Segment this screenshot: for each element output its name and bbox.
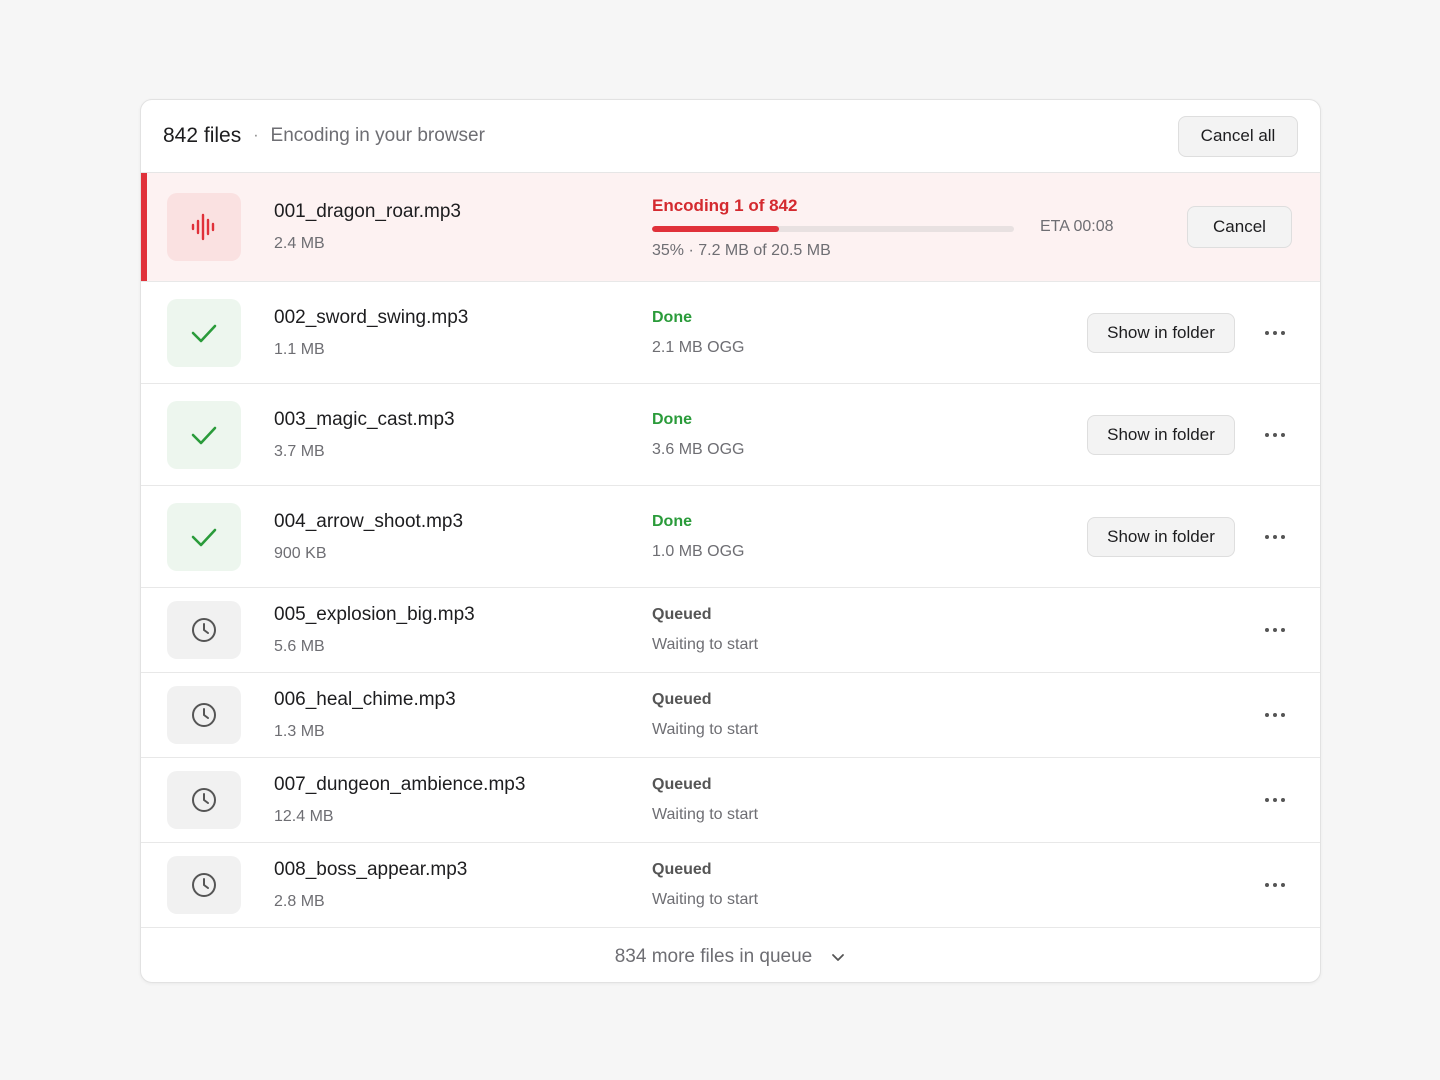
file-row-done: 003_magic_cast.mp3 3.7 MB Done 3.6 MB OG… bbox=[141, 384, 1320, 486]
more-files-label: 834 more files in queue bbox=[614, 945, 813, 967]
status-detail: Waiting to start bbox=[652, 806, 759, 823]
clock-icon bbox=[167, 771, 241, 829]
more-options-icon[interactable] bbox=[1259, 873, 1291, 897]
file-status: Done 3.6 MB OGG bbox=[652, 411, 744, 459]
more-options-icon[interactable] bbox=[1259, 321, 1291, 345]
file-status: Queued Waiting to start bbox=[652, 776, 758, 824]
file-row-active: 001_dragon_roar.mp3 2.4 MB Encoding 1 of… bbox=[141, 173, 1320, 282]
file-status: Done 2.1 MB OGG bbox=[652, 309, 744, 357]
more-options-icon[interactable] bbox=[1259, 525, 1291, 549]
header-separator: · bbox=[253, 127, 259, 144]
status-detail: Waiting to start bbox=[652, 891, 759, 908]
file-size: 12.4 MB bbox=[274, 808, 334, 825]
output-detail: 1.0 MB OGG bbox=[652, 542, 745, 560]
file-name: 001_dragon_roar.mp3 bbox=[274, 201, 461, 222]
progress-bar bbox=[652, 226, 1014, 232]
file-size: 2.8 MB bbox=[274, 893, 325, 910]
file-info: 008_boss_appear.mp3 2.8 MB bbox=[274, 859, 467, 911]
show-in-folder-button[interactable]: Show in folder bbox=[1087, 312, 1235, 353]
show-more-queue-toggle[interactable]: 834 more files in queue bbox=[141, 928, 1320, 982]
progress-fill bbox=[652, 226, 779, 232]
status-label: Queued bbox=[652, 606, 712, 623]
file-name: 007_dungeon_ambience.mp3 bbox=[274, 774, 526, 795]
status-label: Done bbox=[652, 308, 692, 326]
waveform-icon bbox=[167, 193, 241, 261]
file-name: 005_explosion_big.mp3 bbox=[274, 604, 475, 625]
file-status: Done 1.0 MB OGG bbox=[652, 513, 744, 561]
encoding-status: Encoding 1 of 842 bbox=[652, 196, 798, 215]
status-label: Queued bbox=[652, 776, 712, 793]
file-info: 002_sword_swing.mp3 1.1 MB bbox=[274, 307, 468, 359]
file-row-queued: 006_heal_chime.mp3 1.3 MB Queued Waiting… bbox=[141, 673, 1320, 758]
status-label: Queued bbox=[652, 691, 712, 708]
clock-icon bbox=[167, 601, 241, 659]
header-subtitle: Encoding in your browser bbox=[270, 125, 485, 146]
file-info: 001_dragon_roar.mp3 2.4 MB bbox=[274, 201, 461, 253]
more-options-icon[interactable] bbox=[1259, 788, 1291, 812]
file-row-done: 004_arrow_shoot.mp3 900 KB Done 1.0 MB O… bbox=[141, 486, 1320, 588]
status-label: Queued bbox=[652, 861, 712, 878]
file-row-queued: 005_explosion_big.mp3 5.6 MB Queued Wait… bbox=[141, 588, 1320, 673]
checkmark-icon bbox=[167, 298, 241, 367]
file-name: 002_sword_swing.mp3 bbox=[274, 306, 469, 328]
status-detail: Waiting to start bbox=[652, 636, 759, 653]
file-size: 1.1 MB bbox=[274, 340, 325, 358]
file-row-queued: 007_dungeon_ambience.mp3 12.4 MB Queued … bbox=[141, 758, 1320, 843]
file-name: 003_magic_cast.mp3 bbox=[274, 408, 455, 430]
file-info: 006_heal_chime.mp3 1.3 MB bbox=[274, 689, 456, 741]
show-in-folder-button[interactable]: Show in folder bbox=[1087, 516, 1235, 557]
clock-icon bbox=[167, 856, 241, 914]
file-size: 900 KB bbox=[274, 544, 327, 562]
checkmark-icon bbox=[167, 502, 241, 571]
more-options-icon[interactable] bbox=[1259, 618, 1291, 642]
eta-label: ETA 00:08 bbox=[1040, 218, 1114, 235]
cancel-button[interactable]: Cancel bbox=[1187, 206, 1292, 248]
clock-icon bbox=[167, 686, 241, 744]
file-size: 2.4 MB bbox=[274, 235, 325, 252]
active-accent-bar bbox=[141, 173, 147, 281]
more-options-icon[interactable] bbox=[1259, 703, 1291, 727]
chevron-down-icon bbox=[830, 949, 846, 965]
file-status: Queued Waiting to start bbox=[652, 606, 758, 654]
cancel-all-button[interactable]: Cancel all bbox=[1178, 115, 1298, 157]
checkmark-icon bbox=[167, 400, 241, 469]
show-in-folder-button[interactable]: Show in folder bbox=[1087, 414, 1235, 455]
file-name: 008_boss_appear.mp3 bbox=[274, 859, 468, 880]
file-status: Queued Waiting to start bbox=[652, 691, 758, 739]
status-detail: Waiting to start bbox=[652, 721, 759, 738]
file-size: 1.3 MB bbox=[274, 723, 325, 740]
file-count: 842 files bbox=[163, 124, 242, 147]
file-info: 004_arrow_shoot.mp3 900 KB bbox=[274, 511, 463, 563]
file-info: 005_explosion_big.mp3 5.6 MB bbox=[274, 604, 475, 656]
file-size: 5.6 MB bbox=[274, 638, 325, 655]
more-options-icon[interactable] bbox=[1259, 423, 1291, 447]
file-info: 003_magic_cast.mp3 3.7 MB bbox=[274, 409, 455, 461]
file-row-queued: 008_boss_appear.mp3 2.8 MB Queued Waitin… bbox=[141, 843, 1320, 928]
output-detail: 3.6 MB OGG bbox=[652, 440, 745, 458]
file-name: 006_heal_chime.mp3 bbox=[274, 689, 456, 710]
file-info: 007_dungeon_ambience.mp3 12.4 MB bbox=[274, 774, 525, 826]
file-row-done: 002_sword_swing.mp3 1.1 MB Done 2.1 MB O… bbox=[141, 282, 1320, 384]
status-label: Done bbox=[652, 512, 692, 530]
queue-header: 842 files · Encoding in your browser Can… bbox=[141, 100, 1320, 173]
file-name: 004_arrow_shoot.mp3 bbox=[274, 510, 464, 532]
file-status: Queued Waiting to start bbox=[652, 861, 758, 909]
progress-detail: 35% · 7.2 MB of 20.5 MB bbox=[652, 242, 831, 259]
output-detail: 2.1 MB OGG bbox=[652, 338, 745, 356]
status-label: Done bbox=[652, 410, 692, 428]
encoding-queue-panel: 842 files · Encoding in your browser Can… bbox=[140, 99, 1321, 983]
file-size: 3.7 MB bbox=[274, 442, 325, 460]
